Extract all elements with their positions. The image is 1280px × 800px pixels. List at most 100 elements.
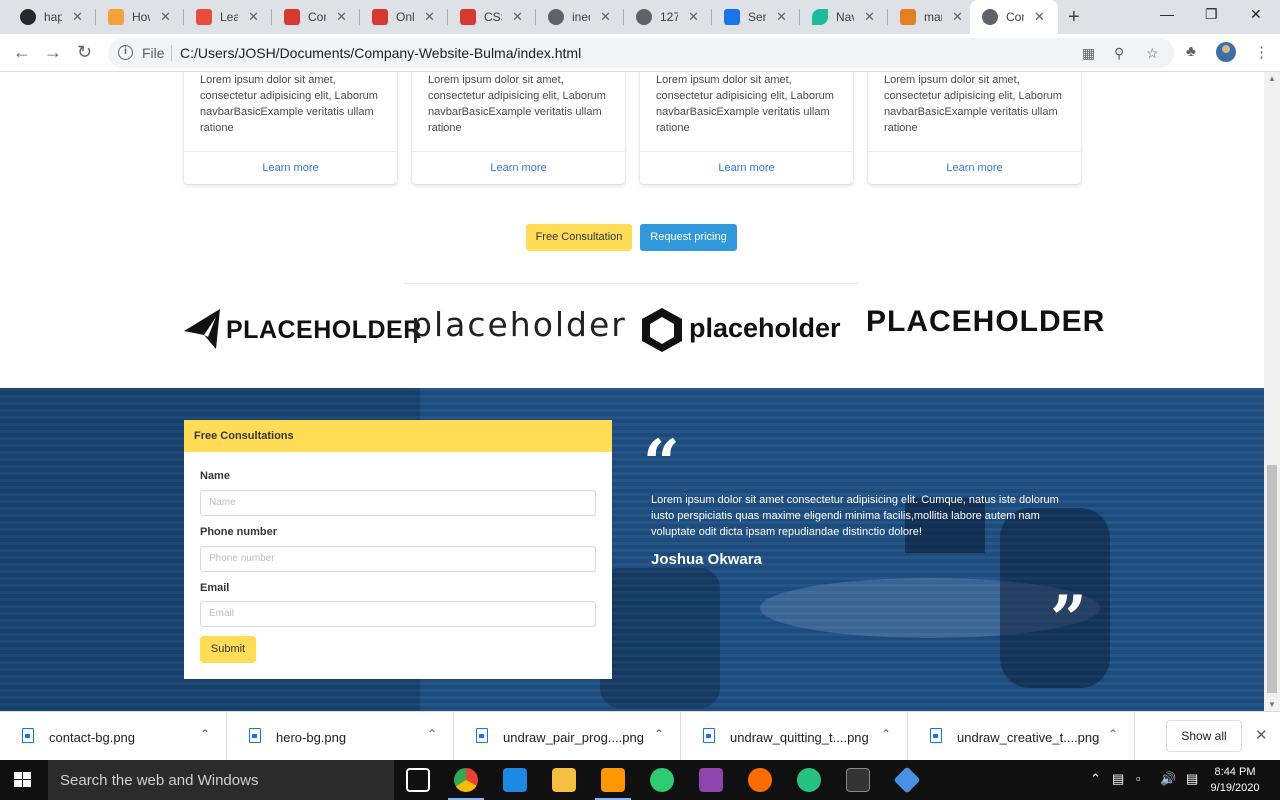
free-consultation-button[interactable]: Free Consultation <box>526 224 632 251</box>
browser-tab[interactable]: Lear ✕ <box>184 0 272 34</box>
image-file-icon <box>22 728 34 743</box>
browser-tab[interactable]: Serv ✕ <box>712 0 800 34</box>
app-icon[interactable] <box>650 768 674 792</box>
power-icon[interactable]: ▫ <box>1136 771 1141 786</box>
chevron-up-icon[interactable]: ⌃ <box>200 727 210 741</box>
translate-icon[interactable]: ▦ <box>1082 45 1095 62</box>
notifications-icon[interactable]: ▤ <box>1186 771 1198 787</box>
browser-tab[interactable]: How ✕ <box>96 0 184 34</box>
phone-input[interactable]: Phone number <box>200 546 596 572</box>
bookmark-star-icon[interactable]: ☆ <box>1146 45 1159 62</box>
learn-more-link[interactable]: Learn more <box>184 151 397 184</box>
profile-avatar[interactable] <box>1216 42 1236 62</box>
windows-start-icon[interactable] <box>14 772 32 788</box>
scroll-up-icon[interactable]: ▲ <box>1268 74 1276 83</box>
download-filename: hero-bg.png <box>276 730 347 745</box>
info-icon[interactable]: i <box>118 45 133 60</box>
scroll-down-icon[interactable]: ▼ <box>1268 700 1276 709</box>
sublime-text-icon[interactable] <box>595 768 631 800</box>
new-tab-button[interactable]: + <box>1068 6 1080 29</box>
browser-tab-active[interactable]: Com ✕ <box>970 0 1058 34</box>
consultation-form: Free Consultations Name Name Phone numbe… <box>184 420 612 679</box>
close-tab-icon[interactable]: ✕ <box>600 9 611 25</box>
browser-tab[interactable]: ined ✕ <box>536 0 624 34</box>
browser-toolbar: ← → ↻ i File C:/Users/JOSH/Documents/Com… <box>0 34 1280 72</box>
learn-more-link[interactable]: Learn more <box>640 151 853 184</box>
forward-button[interactable]: → <box>44 42 62 63</box>
email-input[interactable]: Email <box>200 601 596 627</box>
close-tab-icon[interactable]: ✕ <box>512 9 523 25</box>
volume-icon[interactable]: 🔊 <box>1160 771 1176 787</box>
close-tab-icon[interactable]: ✕ <box>1034 9 1045 25</box>
task-view-icon[interactable] <box>406 768 430 792</box>
close-tab-icon[interactable]: ✕ <box>864 9 875 25</box>
app-icon[interactable] <box>699 768 723 792</box>
reload-button[interactable]: ↻ <box>77 42 92 63</box>
vertical-scrollbar[interactable]: ▲ ▼ <box>1264 72 1280 711</box>
browser-tab[interactable]: Com ✕ <box>272 0 360 34</box>
minimize-button[interactable]: — <box>1160 6 1174 22</box>
app-icon[interactable] <box>797 768 821 792</box>
back-button[interactable]: ← <box>13 42 31 63</box>
leaf-icon <box>812 9 828 25</box>
close-tab-icon[interactable]: ✕ <box>952 9 963 25</box>
download-item[interactable]: contact-bg.png ⌃ <box>0 712 227 761</box>
extensions-puzzle-icon[interactable]: ♣ <box>1186 43 1196 60</box>
app-icon[interactable] <box>748 768 772 792</box>
browser-tab[interactable]: 127. ✕ <box>624 0 712 34</box>
address-bar[interactable]: i File C:/Users/JOSH/Documents/Company-W… <box>108 38 1174 68</box>
close-tab-icon[interactable]: ✕ <box>72 9 83 25</box>
browser-tab[interactable]: Navi ✕ <box>800 0 888 34</box>
browser-tab[interactable]: happ ✕ <box>8 0 96 34</box>
scrollbar-thumb[interactable] <box>1267 465 1277 693</box>
testimonial-author: Joshua Okwara <box>651 551 762 568</box>
file-explorer-icon[interactable] <box>552 768 576 792</box>
network-icon[interactable]: ▤ <box>1112 771 1124 787</box>
close-window-button[interactable]: ✕ <box>1250 6 1262 23</box>
chevron-up-icon[interactable]: ⌃ <box>427 727 437 741</box>
submit-button[interactable]: Submit <box>200 636 256 663</box>
close-tab-icon[interactable]: ✕ <box>776 9 787 25</box>
arrow-mark-icon <box>184 309 220 349</box>
download-item[interactable]: undraw_pair_prog....png ⌃ <box>454 712 681 761</box>
chrome-icon[interactable] <box>448 768 484 800</box>
learn-more-link[interactable]: Learn more <box>412 151 625 184</box>
card-text: Lorem ipsum dolor sit amet, consectetur … <box>656 74 834 134</box>
download-item[interactable]: hero-bg.png ⌃ <box>227 712 454 761</box>
system-clock[interactable]: 8:44 PM 9/19/2020 <box>1206 764 1264 796</box>
download-filename: undraw_creative_t....png <box>957 730 1100 745</box>
image-file-icon <box>476 728 488 743</box>
chevron-up-icon[interactable]: ⌃ <box>654 727 664 741</box>
app-icon[interactable] <box>503 768 527 792</box>
close-download-bar-icon[interactable]: ✕ <box>1255 726 1268 744</box>
close-tab-icon[interactable]: ✕ <box>336 9 347 25</box>
restore-button[interactable]: ❐ <box>1205 6 1218 23</box>
client-logo: PLACEHOLDER <box>866 305 1105 339</box>
close-tab-icon[interactable]: ✕ <box>688 9 699 25</box>
quote-close-icon: ” <box>1050 582 1087 657</box>
taskbar-search-input[interactable]: Search the web and Windows <box>48 760 394 800</box>
zoom-icon[interactable]: ⚲ <box>1114 45 1124 62</box>
menu-kebab-icon[interactable]: ⋮ <box>1254 43 1269 61</box>
browser-tab[interactable]: mark ✕ <box>888 0 976 34</box>
download-item[interactable]: undraw_quitting_t....png ⌃ <box>681 712 908 761</box>
app-icon[interactable] <box>893 766 921 794</box>
download-item[interactable]: undraw_creative_t....png ⌃ <box>908 712 1135 761</box>
chevron-up-icon[interactable]: ⌃ <box>1108 727 1118 741</box>
close-tab-icon[interactable]: ✕ <box>424 9 435 25</box>
close-tab-icon[interactable]: ✕ <box>248 9 259 25</box>
terminal-icon[interactable] <box>846 768 870 792</box>
name-input[interactable]: Name <box>200 490 596 516</box>
chevron-up-icon[interactable]: ⌃ <box>881 727 891 741</box>
phone-label: Phone number <box>200 526 278 538</box>
udemy-icon <box>372 9 388 25</box>
show-all-button[interactable]: Show all <box>1166 720 1242 752</box>
tray-chevron-icon[interactable]: ⌃ <box>1090 771 1101 787</box>
request-pricing-button[interactable]: Request pricing <box>640 224 737 251</box>
url-text[interactable]: C:/Users/JOSH/Documents/Company-Website-… <box>180 45 581 61</box>
close-tab-icon[interactable]: ✕ <box>160 9 171 25</box>
learn-more-link[interactable]: Learn more <box>868 151 1081 184</box>
browser-tab[interactable]: CSS ✕ <box>448 0 536 34</box>
site-favicon-icon <box>900 9 916 25</box>
browser-tab[interactable]: Onli ✕ <box>360 0 448 34</box>
